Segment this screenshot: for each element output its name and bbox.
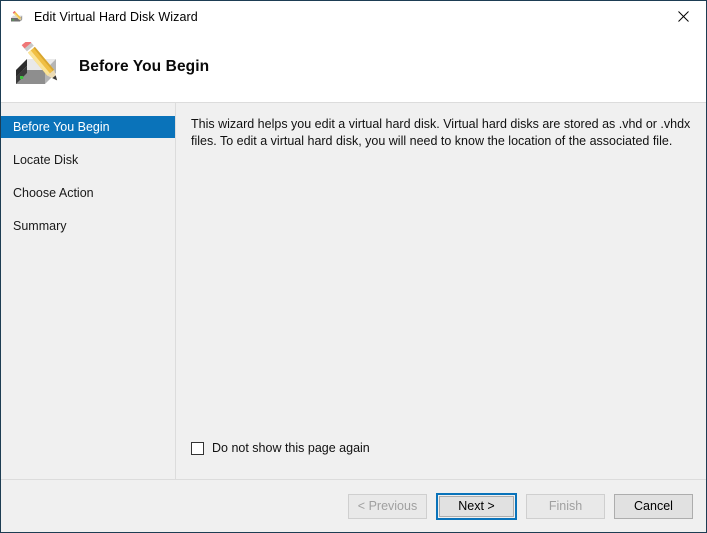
do-not-show-again-checkbox[interactable]: [191, 442, 204, 455]
do-not-show-again-label: Do not show this page again: [212, 441, 370, 455]
cancel-button[interactable]: Cancel: [614, 494, 693, 519]
close-icon[interactable]: [661, 1, 706, 31]
wizard-description-text: This wizard helps you edit a virtual har…: [191, 116, 692, 150]
edit-virtual-hard-disk-wizard-window: Edit Virtual Hard Disk Wizard: [0, 0, 707, 533]
content-spacer: [176, 150, 706, 441]
wizard-button-bar: < Previous Next > Finish Cancel: [1, 479, 706, 532]
window-title: Edit Virtual Hard Disk Wizard: [34, 10, 198, 24]
do-not-show-again-row[interactable]: Do not show this page again: [191, 441, 706, 455]
wizard-step-nav: Before You Begin Locate Disk Choose Acti…: [1, 103, 176, 479]
finish-button[interactable]: Finish: [526, 494, 605, 519]
sidebar-item-choose-action[interactable]: Choose Action: [1, 182, 175, 204]
sidebar-item-locate-disk[interactable]: Locate Disk: [1, 149, 175, 171]
sidebar-item-summary[interactable]: Summary: [1, 215, 175, 237]
previous-button[interactable]: < Previous: [348, 494, 427, 519]
hard-disk-pencil-icon: [11, 42, 71, 92]
vhd-edit-icon: [10, 9, 26, 25]
wizard-header: Before You Begin: [1, 32, 706, 103]
wizard-content-panel: This wizard helps you edit a virtual har…: [176, 103, 706, 479]
page-title: Before You Begin: [79, 58, 209, 76]
sidebar-item-before-you-begin[interactable]: Before You Begin: [1, 116, 175, 138]
next-button[interactable]: Next >: [439, 496, 514, 517]
wizard-body: Before You Begin Locate Disk Choose Acti…: [1, 103, 706, 479]
title-bar: Edit Virtual Hard Disk Wizard: [1, 1, 706, 32]
next-button-focus-ring: Next >: [436, 493, 517, 520]
